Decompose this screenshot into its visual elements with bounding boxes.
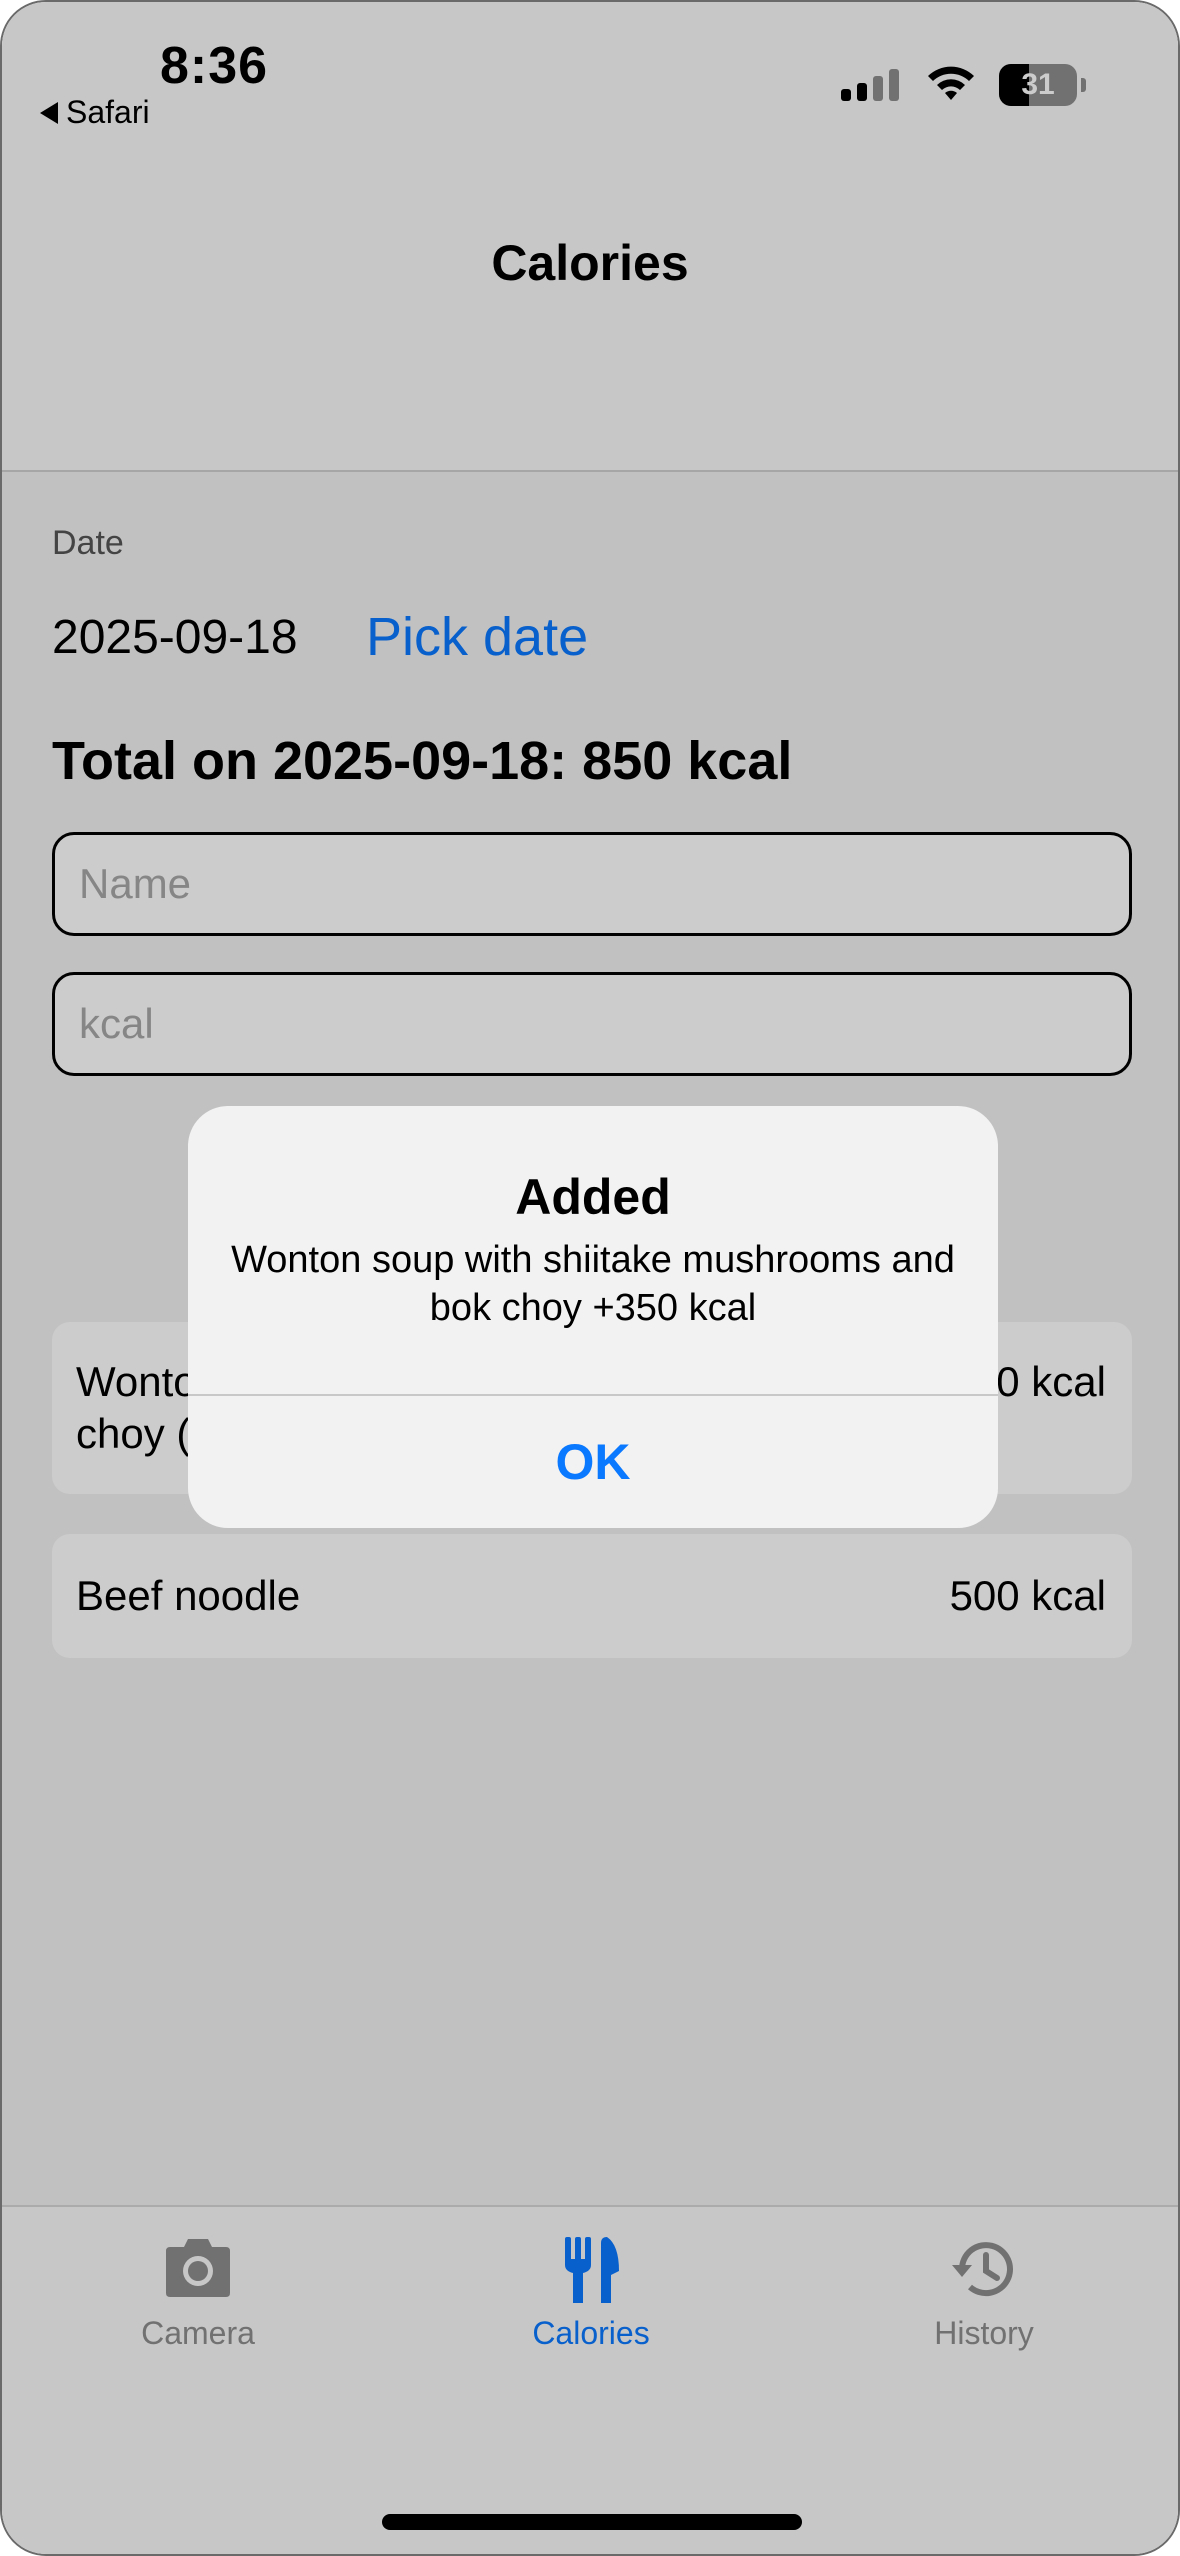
alert-title: Added: [515, 1169, 671, 1225]
alert-message: Wonton soup with shiitake mushrooms and …: [231, 1239, 955, 1329]
phone-screen: 8:36 Safari 31 Calories Date 2025-09-18 …: [0, 0, 1180, 2556]
alert-dialog: Added Wonton soup with shiitake mushroom…: [188, 1106, 998, 1528]
ok-button[interactable]: OK: [188, 1396, 998, 1528]
